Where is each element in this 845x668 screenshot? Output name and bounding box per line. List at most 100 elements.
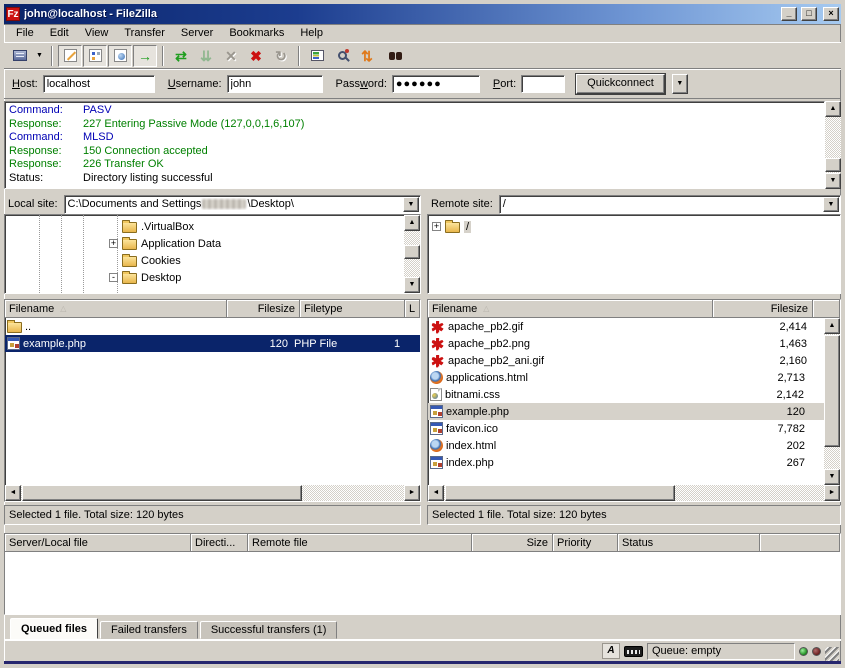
scroll-down-button[interactable]: ▼ (824, 469, 840, 485)
tree-expander[interactable]: - (109, 273, 118, 282)
reconnect-button[interactable]: ↻ (269, 45, 293, 67)
refresh-button[interactable]: ⇄ (169, 45, 193, 67)
remote-site-combobox[interactable]: / ▼ (499, 195, 841, 214)
column-header-size[interactable]: Size (472, 534, 553, 552)
column-header-lastmodified[interactable]: L (405, 300, 420, 318)
resize-grip[interactable] (825, 647, 839, 661)
tree-expander[interactable]: + (109, 239, 118, 248)
scroll-down-button[interactable]: ▼ (825, 173, 841, 189)
port-input[interactable] (521, 75, 565, 93)
file-row[interactable]: apache_pb2.png1,463 (428, 335, 824, 352)
file-row[interactable]: index.php267 (428, 454, 824, 471)
tree-item-virtualbox[interactable]: .VirtualBox (5, 218, 404, 235)
menu-file[interactable]: File (8, 25, 42, 41)
toggle-local-tree-button[interactable] (83, 45, 107, 67)
scroll-thumb[interactable] (445, 485, 675, 501)
scroll-down-button[interactable]: ▼ (404, 277, 420, 293)
menu-transfer[interactable]: Transfer (116, 25, 173, 41)
scroll-up-button[interactable]: ▲ (404, 215, 420, 231)
file-row[interactable]: index.html202 (428, 437, 824, 454)
scroll-left-button[interactable]: ◄ (428, 485, 444, 501)
disconnect-button[interactable]: ✖ (244, 45, 268, 67)
menu-help[interactable]: Help (292, 25, 331, 41)
scroll-thumb[interactable] (825, 158, 841, 172)
password-input[interactable] (392, 75, 480, 93)
tab-successful-transfers[interactable]: Successful transfers (1) (200, 621, 338, 639)
ascii-datatype-icon[interactable]: A (602, 643, 620, 659)
menu-server[interactable]: Server (173, 25, 221, 41)
file-row[interactable]: favicon.ico7,782 (428, 420, 824, 437)
column-header-filesize[interactable]: Filesize (227, 300, 300, 318)
column-header-priority[interactable]: Priority (553, 534, 618, 552)
local-horizontal-scrollbar[interactable]: ◄ ► (5, 485, 420, 501)
file-row-example-php[interactable]: example.php120 (428, 403, 824, 420)
log-vertical-scrollbar[interactable]: ▲ ▼ (825, 101, 841, 189)
remote-vertical-scrollbar[interactable]: ▲ ▼ (824, 318, 840, 485)
disconnect-icon: ✖ (250, 49, 262, 63)
scroll-up-button[interactable]: ▲ (825, 101, 841, 117)
column-header-direction[interactable]: Directi... (191, 534, 248, 552)
tree-expander[interactable]: + (432, 222, 441, 231)
close-button[interactable]: × (823, 7, 839, 21)
tree-item-label: / (464, 221, 471, 233)
host-input[interactable] (43, 75, 155, 93)
directory-comparison-button[interactable] (330, 45, 354, 67)
file-row-example-php[interactable]: example.php 120 PHP File 1 (5, 335, 420, 352)
scroll-right-button[interactable]: ► (404, 485, 420, 501)
menu-view[interactable]: View (77, 25, 117, 41)
site-manager-dropdown[interactable]: ▼ (33, 45, 46, 67)
site-manager-button[interactable] (8, 45, 32, 67)
quickconnect-dropdown[interactable]: ▼ (672, 74, 688, 94)
toggle-queue-button[interactable]: → (133, 45, 157, 67)
maximize-button[interactable]: □ (801, 7, 817, 21)
synchronized-browsing-button[interactable]: ⇅ (355, 45, 379, 67)
column-header-server-local-file[interactable]: Server/Local file (5, 534, 191, 552)
file-row[interactable]: applications.html2,713 (428, 369, 824, 386)
file-row-parent-dir[interactable]: .. (5, 318, 420, 335)
folder-icon (122, 222, 137, 233)
scroll-right-button[interactable]: ► (824, 485, 840, 501)
scroll-thumb[interactable] (22, 485, 302, 501)
tree-item-desktop[interactable]: - Desktop (5, 269, 404, 286)
remote-horizontal-scrollbar[interactable]: ◄ ► (428, 485, 840, 501)
toggle-remote-tree-button[interactable] (108, 45, 132, 67)
find-files-button[interactable] (380, 45, 404, 67)
scroll-left-button[interactable]: ◄ (5, 485, 21, 501)
minimize-button[interactable]: _ (781, 7, 797, 21)
file-row[interactable]: apache_pb2.gif2,414 (428, 318, 824, 335)
file-row[interactable]: bitnami.css2,142 (428, 386, 824, 403)
username-input[interactable] (227, 75, 323, 93)
file-row[interactable]: apache_pb2_ani.gif2,160 (428, 352, 824, 369)
local-site-combobox[interactable]: C:\Documents and Settings\Desktop\ ▼ (64, 195, 421, 214)
tab-queued-files[interactable]: Queued files (10, 618, 98, 639)
scroll-thumb[interactable] (404, 245, 420, 259)
local-tree-scrollbar[interactable]: ▲ ▼ (404, 215, 420, 293)
toolbar-separator (162, 46, 164, 66)
toggle-message-log-button[interactable] (58, 45, 82, 67)
tree-item-root[interactable]: + / (428, 218, 840, 235)
column-header-remote-file[interactable]: Remote file (248, 534, 472, 552)
column-header-filename[interactable]: Filename△ (5, 300, 227, 318)
column-header-filetype[interactable]: Filetype (300, 300, 405, 318)
speed-limits-icon[interactable] (624, 646, 643, 657)
scroll-thumb[interactable] (824, 335, 840, 447)
quickconnect-button[interactable]: Quickconnect (576, 74, 665, 94)
process-queue-button[interactable]: ⇊ (194, 45, 218, 67)
filter-icon (311, 50, 324, 61)
column-header-filename[interactable]: Filename△ (428, 300, 713, 318)
tree-item-cookies[interactable]: Cookies (5, 252, 404, 269)
tab-failed-transfers[interactable]: Failed transfers (100, 621, 198, 639)
titlebar[interactable]: Fz john@localhost - FileZilla _ □ × (4, 4, 841, 24)
column-header-filesize[interactable]: Filesize (713, 300, 813, 318)
scroll-up-button[interactable]: ▲ (824, 318, 840, 334)
combo-dropdown-button[interactable]: ▼ (403, 197, 419, 212)
tree-item-application-data[interactable]: + Application Data (5, 235, 404, 252)
cancel-operation-button[interactable]: ✕ (219, 45, 243, 67)
column-header-status[interactable]: Status (618, 534, 760, 552)
combo-dropdown-button[interactable]: ▼ (823, 197, 839, 212)
menu-edit[interactable]: Edit (42, 25, 77, 41)
file-name: apache_pb2.gif (445, 321, 707, 333)
filter-button[interactable] (305, 45, 329, 67)
file-size: 202 (705, 440, 805, 452)
menu-bookmarks[interactable]: Bookmarks (221, 25, 292, 41)
